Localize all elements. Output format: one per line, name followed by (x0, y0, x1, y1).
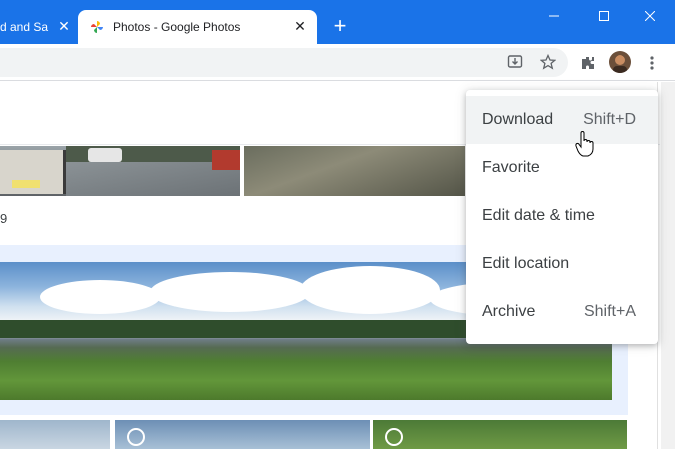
tab-google-photos[interactable]: Photos - Google Photos ✕ (78, 10, 317, 44)
menu-item-edit-date-time[interactable]: Edit date & time (466, 192, 658, 240)
address-bar[interactable] (0, 48, 568, 77)
menu-item-label: Download (482, 111, 554, 128)
date-label: 9 (0, 211, 8, 226)
hand-cursor-icon (575, 131, 594, 157)
menu-item-shortcut: Shift+A (583, 303, 636, 320)
photo-thumbnail[interactable] (0, 420, 110, 449)
photo-context-menu: Download Shift+D Favorite Edit date & ti… (466, 90, 658, 344)
page-scrollbar[interactable] (661, 82, 675, 449)
menu-item-label: Edit location (482, 255, 570, 272)
new-tab-button[interactable]: + (328, 14, 352, 38)
close-tab-icon[interactable]: ✕ (292, 18, 308, 34)
select-checkbox-icon[interactable] (127, 428, 145, 446)
maximize-icon[interactable] (581, 0, 627, 32)
menu-item-favorite[interactable]: Favorite (466, 144, 658, 192)
google-photos-icon (91, 21, 103, 33)
photo-thumbnail[interactable] (0, 146, 240, 196)
menu-icon[interactable] (640, 51, 664, 75)
install-icon[interactable] (503, 50, 527, 74)
browser-toolbar (0, 44, 675, 81)
menu-item-shortcut: Shift+D (583, 111, 636, 128)
menu-item-edit-location[interactable]: Edit location (466, 240, 658, 288)
browser-titlebar: d and Sa ✕ Photos - Google Photos ✕ + (0, 0, 675, 44)
menu-item-label: Archive (482, 303, 536, 320)
photo-thumbnail[interactable] (115, 420, 370, 449)
tab-title: d and Sa (0, 20, 49, 34)
select-checkbox-icon[interactable] (385, 428, 403, 446)
extensions-icon[interactable] (576, 51, 600, 75)
minimize-icon[interactable] (531, 0, 577, 32)
menu-item-archive[interactable]: Archive Shift+A (466, 288, 658, 336)
photo-thumbnail[interactable] (373, 420, 627, 449)
tab-inactive[interactable]: d and Sa ✕ (0, 10, 76, 44)
star-icon[interactable] (536, 50, 560, 74)
tab-title: Photos - Google Photos (113, 20, 241, 34)
menu-item-label: Favorite (482, 159, 540, 176)
menu-item-download[interactable]: Download Shift+D (466, 96, 658, 144)
menu-item-label: Edit date & time (482, 207, 595, 224)
close-tab-icon[interactable]: ✕ (56, 18, 72, 34)
close-window-icon[interactable] (627, 0, 673, 32)
photo-thumbnail[interactable] (244, 146, 465, 196)
profile-avatar[interactable] (609, 51, 631, 73)
